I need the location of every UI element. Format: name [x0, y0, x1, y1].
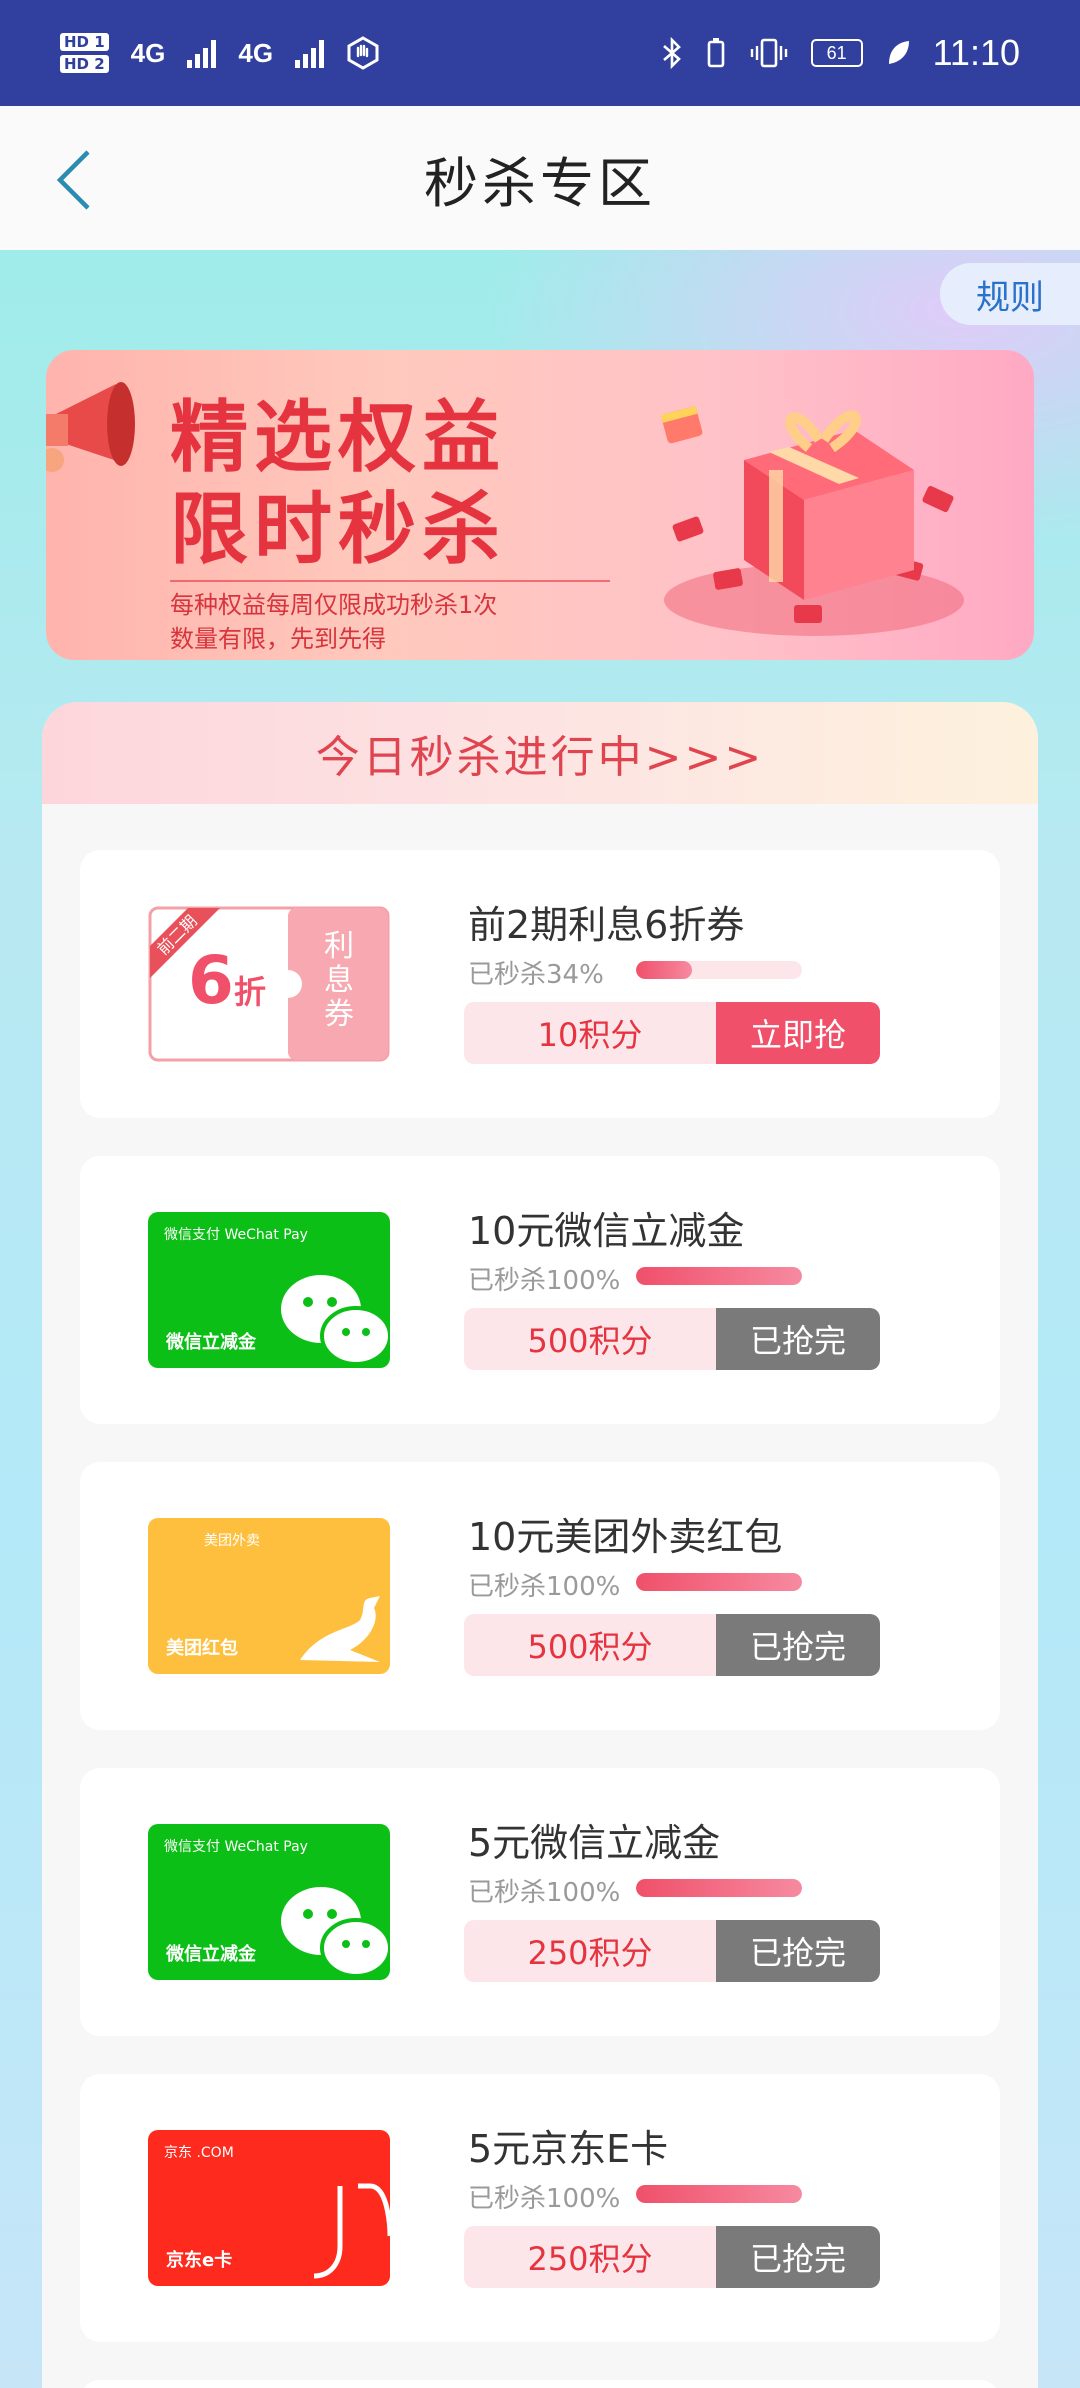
bluetooth-icon — [662, 36, 681, 70]
wechat-icon — [281, 1887, 390, 1978]
status-left: HD 1 HD 2 4G 4G — [60, 33, 380, 73]
item-title: 前2期利息6折券 — [468, 903, 745, 947]
list-item[interactable]: 美团外卖 美团红包 10元美团外卖红包 已秒杀100% 500积分 已抢完 — [80, 1462, 1000, 1730]
meituan-logo: 美团外卖 — [204, 1533, 260, 1549]
hand-icon — [347, 36, 379, 70]
points-cost: 500积分 — [464, 1614, 716, 1676]
content-area[interactable]: 规则 精选权益 限时秒杀 每种权益每周仅限成功秒杀1次 数量有限，先到先得 今日… — [0, 250, 1080, 2388]
sold-progress-bar — [636, 1573, 802, 1591]
progress-fill — [636, 2185, 802, 2203]
hd-indicators: HD 1 HD 2 — [60, 33, 109, 73]
signal-icon — [187, 38, 217, 68]
status-right: 61 11:10 — [661, 32, 1020, 74]
sold-out-button[interactable]: 已抢完 — [716, 2226, 880, 2288]
page-title: 秒杀专区 — [424, 151, 656, 215]
sold-progress-bar — [636, 961, 802, 979]
sold-progress-bar — [636, 2185, 802, 2203]
grab-now-button[interactable]: 立即抢 — [716, 1002, 880, 1064]
sold-percentage: 已秒杀100% — [468, 1572, 621, 1602]
image-label: 微信立减金 — [166, 1944, 256, 1965]
progress-fill — [636, 961, 693, 979]
vibrate-icon — [750, 38, 787, 68]
wechat-card-image: 微信支付 WeChat Pay 微信立减金 — [148, 1212, 390, 1368]
wechat-card-image: 微信支付 WeChat Pay 微信立减金 — [148, 1824, 390, 1980]
jd-card-image: 京东 .COM 京东e卡 — [148, 2130, 390, 2286]
banner-subtitle: 每种权益每周仅限成功秒杀1次 数量有限，先到先得 — [170, 588, 497, 656]
sold-out-button[interactable]: 已抢完 — [716, 1920, 880, 1982]
sold-percentage: 已秒杀100% — [468, 1266, 621, 1296]
wechat-pay-logo: 微信支付 WeChat Pay — [164, 1839, 308, 1855]
back-arrow-icon[interactable] — [52, 148, 102, 212]
coupon-image: 前二期 6折 利息券 — [148, 906, 390, 1062]
coupon-discount-number: 6 — [188, 942, 234, 1019]
sold-percentage: 已秒杀100% — [468, 2184, 621, 2214]
wechat-icon — [281, 1275, 390, 1366]
item-title: 10元微信立减金 — [468, 1209, 745, 1253]
status-bar: HD 1 HD 2 4G 4G 61 11:10 — [0, 0, 1080, 106]
coupon-type: 利息券 — [324, 929, 354, 1032]
battery-saver-icon — [707, 38, 724, 68]
points-cost: 500积分 — [464, 1308, 716, 1370]
meituan-card-image: 美团外卖 美团红包 — [148, 1518, 390, 1674]
clock: 11:10 — [932, 32, 1020, 73]
list-item[interactable]: 微信支付 WeChat Pay 微信立减金 5元微信立减金 已秒杀100% 25… — [80, 1768, 1000, 2036]
hd2-badge: HD 2 — [60, 55, 109, 73]
network-type-1: 4G — [130, 37, 166, 68]
list-item[interactable]: 京东 .COM 京东e卡 5元京东E卡 已秒杀100% 250积分 已抢完 — [80, 2074, 1000, 2342]
list-item[interactable]: 前二期 6折 利息券 前2期利息6折券 已秒杀34% 10积分 立即抢 — [80, 850, 1000, 1118]
sold-percentage: 已秒杀100% — [468, 1878, 621, 1908]
banner-title-line1: 精选权益 — [170, 393, 507, 483]
banner-title-line2: 限时秒杀 — [170, 485, 507, 575]
hd1-badge: HD 1 — [60, 33, 109, 51]
points-cost: 250积分 — [464, 2226, 716, 2288]
sold-percentage: 已秒杀34% — [468, 960, 604, 990]
rules-button[interactable]: 规则 — [940, 263, 1080, 325]
image-label: 微信立减金 — [166, 1332, 256, 1353]
wechat-pay-logo: 微信支付 WeChat Pay — [164, 1227, 308, 1243]
kangaroo-icon — [300, 1596, 380, 1662]
progress-fill — [636, 1267, 802, 1285]
sold-out-button[interactable]: 已抢完 — [716, 1614, 880, 1676]
points-cost: 10积分 — [464, 1002, 716, 1064]
sold-out-button[interactable]: 已抢完 — [716, 1308, 880, 1370]
item-title: 10元美团外卖红包 — [468, 1515, 783, 1559]
points-cost: 250积分 — [464, 1920, 716, 1982]
jd-logo: 京东 .COM — [164, 2145, 234, 2161]
flash-sale-panel: 今日秒杀进行中>>> 前二期 6折 利息券 前2期利息6折券 已秒杀34% 10… — [42, 702, 1038, 2388]
panel-heading[interactable]: 今日秒杀进行中>>> — [42, 702, 1038, 804]
leaf-icon — [888, 41, 909, 64]
banner-divider — [170, 580, 610, 582]
item-title: 5元京东E卡 — [468, 2127, 669, 2171]
item-title: 5元微信立减金 — [468, 1821, 721, 1865]
battery-indicator: 61 — [810, 39, 863, 67]
banner-subtitle-line1: 每种权益每周仅限成功秒杀1次 — [170, 591, 498, 619]
banner-subtitle-line2: 数量有限，先到先得 — [170, 625, 386, 653]
coupon-discount-unit: 折 — [233, 973, 266, 1011]
gift-box-icon — [660, 405, 964, 636]
jd-logo-icon — [313, 2183, 390, 2279]
coupon-discount: 6折 — [188, 942, 266, 1019]
list-item[interactable]: 微信支付 WeChat Pay 微信立减金 10元微信立减金 已秒杀100% 5… — [80, 1156, 1000, 1424]
image-label: 美团红包 — [166, 1638, 238, 1659]
megaphone-icon — [46, 382, 135, 472]
list-item-partial[interactable] — [80, 2380, 1000, 2388]
signal-icon — [295, 38, 325, 68]
image-label: 京东e卡 — [166, 2250, 233, 2271]
banner-title: 精选权益 限时秒杀 — [170, 392, 506, 576]
sold-progress-bar — [636, 1879, 802, 1897]
progress-fill — [636, 1573, 802, 1591]
promo-banner[interactable]: 精选权益 限时秒杀 每种权益每周仅限成功秒杀1次 数量有限，先到先得 — [46, 350, 1034, 660]
network-type-2: 4G — [238, 37, 274, 68]
navigation-bar: 秒杀专区 — [0, 106, 1080, 250]
sold-progress-bar — [636, 1267, 802, 1285]
progress-fill — [636, 1879, 802, 1897]
